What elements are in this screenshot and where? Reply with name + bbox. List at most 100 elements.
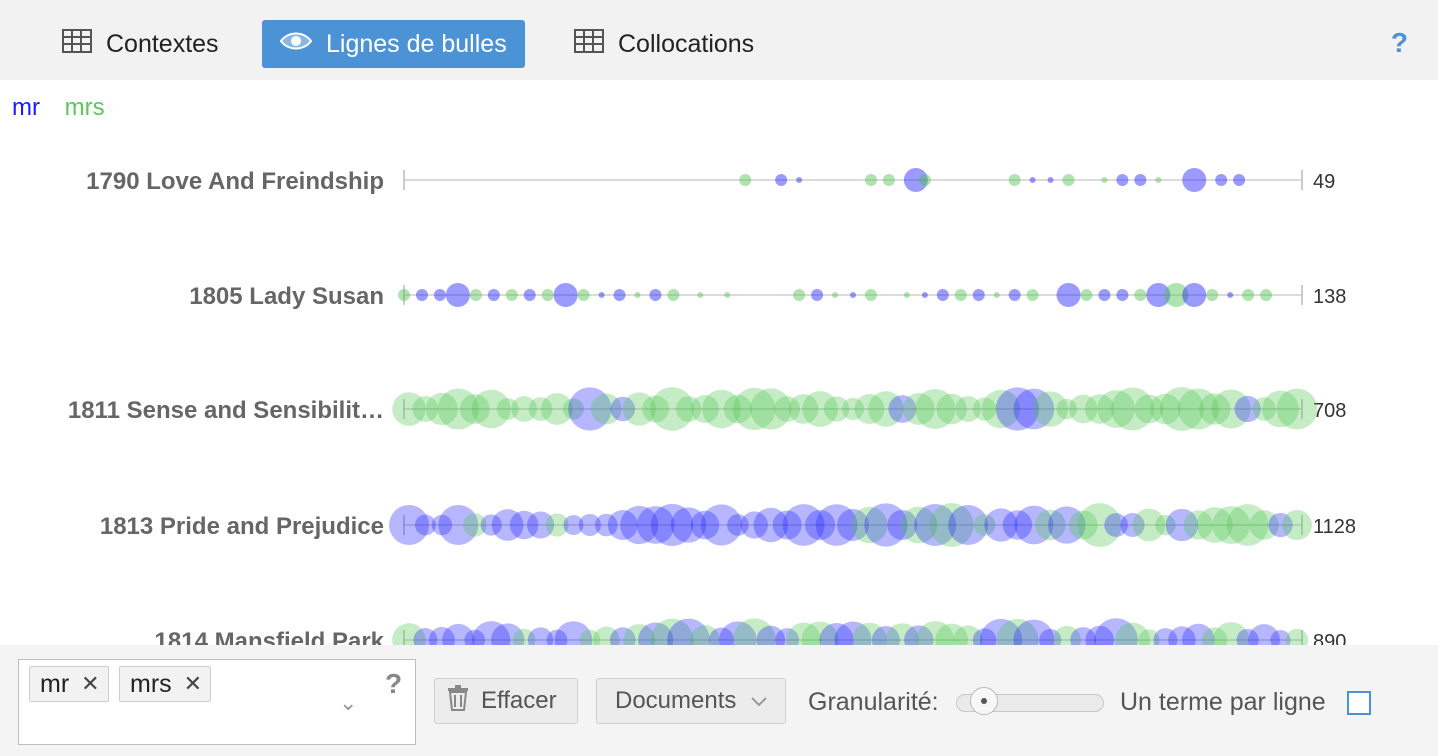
bubble-mrs[interactable] [1242,289,1255,301]
bubble-mr[interactable] [972,289,985,301]
chevron-down-icon [750,687,768,715]
table-icon [62,28,92,60]
bubble-mr[interactable] [487,289,500,301]
remove-tag-icon[interactable]: ✕ [81,671,99,697]
chevron-down-icon[interactable]: ⌄ [339,690,357,716]
bubble-mrs[interactable] [667,289,680,301]
bubble-mr[interactable] [1215,174,1228,186]
bubble-mrs[interactable] [1134,289,1147,301]
bubble-mr[interactable] [553,283,578,307]
bubble-mrs[interactable] [739,174,752,186]
bubble-mr[interactable] [1029,177,1036,183]
bubble-row: 1813 Pride and Prejudice 1128 [100,503,1356,547]
row-total: 708 [1313,400,1346,422]
bubble-mrs[interactable] [398,289,410,301]
tab-collocations[interactable]: Collocations [574,20,754,68]
bubble-mrs[interactable] [1155,177,1162,183]
bubble-mrs[interactable] [918,174,931,186]
bubble-mrs[interactable] [864,289,877,301]
bubble-mrs[interactable] [1008,174,1021,186]
table-icon [574,28,604,60]
tab-contextes[interactable]: Contextes [62,20,219,68]
bubble-mrs[interactable] [1026,289,1039,301]
help-icon[interactable]: ? [1391,27,1408,59]
bubble-mrs[interactable] [1260,289,1273,301]
bubble-mr[interactable] [1047,177,1054,183]
bubble-mrs[interactable] [1080,289,1093,301]
bubble-mrs[interactable] [793,289,806,301]
bubble-mrs[interactable] [864,174,877,186]
bubble-mr[interactable] [796,177,803,183]
eye-icon [279,30,313,59]
bubble-mr[interactable] [1116,174,1129,186]
bubble-mrs[interactable] [697,292,704,298]
remove-tag-icon[interactable]: ✕ [184,671,202,697]
bubble-mr[interactable] [445,283,470,307]
bubble-mrs[interactable] [1062,174,1075,186]
document-label[interactable]: 1811 Sense and Sensibilit… [68,397,384,424]
bubble-mr[interactable] [1182,168,1207,192]
tag-label: mrs [130,669,172,698]
bubble-mrs[interactable] [724,292,731,298]
bubble-mr[interactable] [936,289,949,301]
bubble-mr[interactable] [415,289,428,301]
bubble-mrs[interactable] [1281,509,1313,541]
bubble-mr[interactable] [1233,174,1246,186]
tab-lignes-de-bulles[interactable]: Lignes de bulles [262,20,525,68]
documents-dropdown[interactable]: Documents [596,678,786,724]
bubble-mr[interactable] [811,289,824,301]
bubble-mr[interactable] [775,174,788,186]
row-total: 1128 [1313,516,1356,538]
bubble-mrs[interactable] [541,289,554,301]
term-tag-mrs: mrs ✕ [119,666,212,702]
document-label[interactable]: 1805 Lady Susan [189,283,384,310]
bubble-mrs[interactable] [505,289,518,301]
bubble-mr[interactable] [433,289,446,301]
granularity-label: Granularité: [808,688,939,716]
bubble-mrs[interactable] [1276,388,1318,430]
bubble-mrs[interactable] [1285,628,1309,645]
bubble-mr[interactable] [1182,283,1207,307]
legend-term-mr[interactable]: mr [12,94,40,121]
tab-label: Contextes [106,29,219,58]
bubble-mr[interactable] [613,289,626,301]
bubble-mrs[interactable] [634,292,641,298]
bubble-mr[interactable] [850,292,856,298]
one-term-per-line-checkbox[interactable] [1347,691,1371,715]
tab-label: Collocations [618,29,755,58]
bubble-mr[interactable] [1008,289,1021,301]
bubble-row: 1790 Love And Freindship 49 [86,168,1335,195]
bubble-mrs[interactable] [993,292,1000,298]
bubble-mrs[interactable] [577,289,590,301]
document-label[interactable]: 1813 Pride and Prejudice [100,513,384,540]
bubble-mr[interactable] [1098,289,1111,301]
legend-term-mrs[interactable]: mrs [65,94,105,121]
bubble-mrs[interactable] [903,292,910,298]
document-label[interactable]: 1790 Love And Freindship [86,168,384,195]
bubble-mrs[interactable] [832,292,839,298]
clear-button[interactable]: Effacer [434,678,578,724]
bubble-mrs[interactable] [469,289,482,301]
bubble-mrs[interactable] [1101,177,1108,183]
bubble-mr[interactable] [1134,174,1147,186]
bubble-mr[interactable] [921,292,928,298]
top-tabbar: Contextes Lignes de bulles Collocations … [0,0,1438,80]
bubble-mr[interactable] [649,289,662,301]
bubble-mr[interactable] [523,289,536,301]
bubble-mr[interactable] [598,292,605,298]
bubble-mr[interactable] [1056,283,1081,307]
help-icon[interactable]: ? [385,668,402,700]
term-search-box[interactable]: mr ✕ mrs ✕ ⌄ ? [18,659,416,745]
one-term-per-line-label: Un terme par ligne [1120,688,1326,716]
granularity-slider-handle[interactable] [970,687,998,715]
clear-label: Effacer [481,687,557,714]
bubble-mr[interactable] [1116,289,1129,301]
bubble-mr[interactable] [1227,292,1234,298]
bubblelines-svg: 1790 Love And Freindship 49 1805 Lady Susa… [68,168,1356,645]
bubble-mrs[interactable] [954,289,967,301]
bubble-mrs[interactable] [882,174,895,186]
document-label[interactable]: 1814 Mansfield Park [155,628,385,645]
tag-label: mr [40,669,70,698]
row-total: 890 [1313,631,1346,645]
bubble-mrs[interactable] [1206,289,1219,301]
